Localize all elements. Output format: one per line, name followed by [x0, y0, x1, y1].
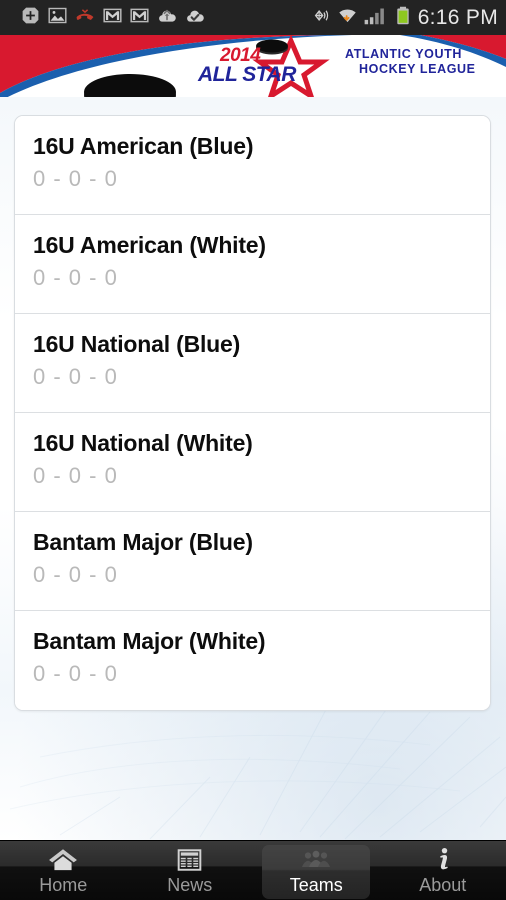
team-record: 0 - 0 - 0: [33, 166, 118, 191]
gmail-icon-2: [129, 5, 150, 31]
news-icon: [176, 847, 203, 873]
team-record: 0 - 0 - 0: [33, 562, 118, 587]
cloud-upload-icon: [156, 5, 178, 31]
wifi-download-icon: [337, 5, 358, 31]
battery-icon: [394, 5, 412, 31]
team-list-item[interactable]: Bantam Major (Blue) 0 - 0 - 0: [15, 512, 490, 611]
home-icon: [48, 847, 78, 873]
gmail-icon: [102, 5, 123, 31]
team-list-item[interactable]: 16U National (White) 0 - 0 - 0: [15, 413, 490, 512]
team-record: 0 - 0 - 0: [33, 265, 118, 290]
cellular-signal-icon: [363, 5, 389, 31]
main-content: 16U American (Blue) 0 - 0 - 0 16U Americ…: [0, 97, 506, 840]
status-bar-clock: 6:16 PM: [417, 5, 498, 29]
league-name-line1: ATLANTIC YOUTH: [345, 47, 462, 61]
location-gps-icon: [308, 5, 332, 31]
add-plus-icon: [20, 5, 41, 31]
team-name: 16U National (Blue): [33, 331, 241, 357]
status-bar-left-icons: [20, 5, 206, 31]
team-record: 0 - 0 - 0: [33, 463, 118, 488]
tab-home-label: Home: [39, 875, 88, 895]
tab-about-label: About: [419, 875, 467, 895]
all-star-logo: 2014 ALL STAR: [196, 43, 341, 93]
team-name: Bantam Major (Blue): [33, 529, 253, 555]
teams-list-card: 16U American (Blue) 0 - 0 - 0 16U Americ…: [14, 115, 491, 711]
status-bar-right-icons: [308, 5, 412, 31]
team-list-item[interactable]: 16U American (White) 0 - 0 - 0: [15, 215, 490, 314]
tab-news-label: News: [167, 875, 213, 895]
bottom-tab-bar: Home News Teams About: [0, 840, 506, 900]
team-record: 0 - 0 - 0: [33, 661, 118, 686]
league-name: ATLANTIC YOUTH HOCKEY LEAGUE: [345, 47, 476, 77]
cloud-check-icon: [184, 5, 206, 31]
logo-all-star: ALL STAR: [198, 63, 296, 86]
team-list-item[interactable]: 16U American (Blue) 0 - 0 - 0: [15, 116, 490, 215]
tab-teams[interactable]: Teams: [253, 841, 380, 900]
team-name: 16U American (White): [33, 232, 266, 258]
team-list-item[interactable]: 16U National (Blue) 0 - 0 - 0: [15, 314, 490, 413]
team-record: 0 - 0 - 0: [33, 364, 118, 389]
tab-teams-label: Teams: [289, 875, 343, 895]
team-list-item[interactable]: Bantam Major (White) 0 - 0 - 0: [15, 611, 490, 710]
tab-home[interactable]: Home: [0, 841, 127, 900]
missed-call-icon: [74, 5, 96, 31]
team-name: Bantam Major (White): [33, 628, 266, 654]
info-icon: [433, 847, 453, 873]
status-bar: 6:16 PM: [0, 0, 506, 35]
people-icon: [300, 847, 332, 873]
team-name: 16U National (White): [33, 430, 253, 456]
league-name-line2: HOCKEY LEAGUE: [359, 62, 476, 76]
tab-news[interactable]: News: [127, 841, 254, 900]
team-name: 16U American (Blue): [33, 133, 254, 159]
tab-about[interactable]: About: [380, 841, 506, 900]
app-banner: 2014 ALL STAR ATLANTIC YOUTH HOCKEY LEAG…: [0, 35, 506, 97]
photo-gallery-icon: [47, 5, 68, 31]
